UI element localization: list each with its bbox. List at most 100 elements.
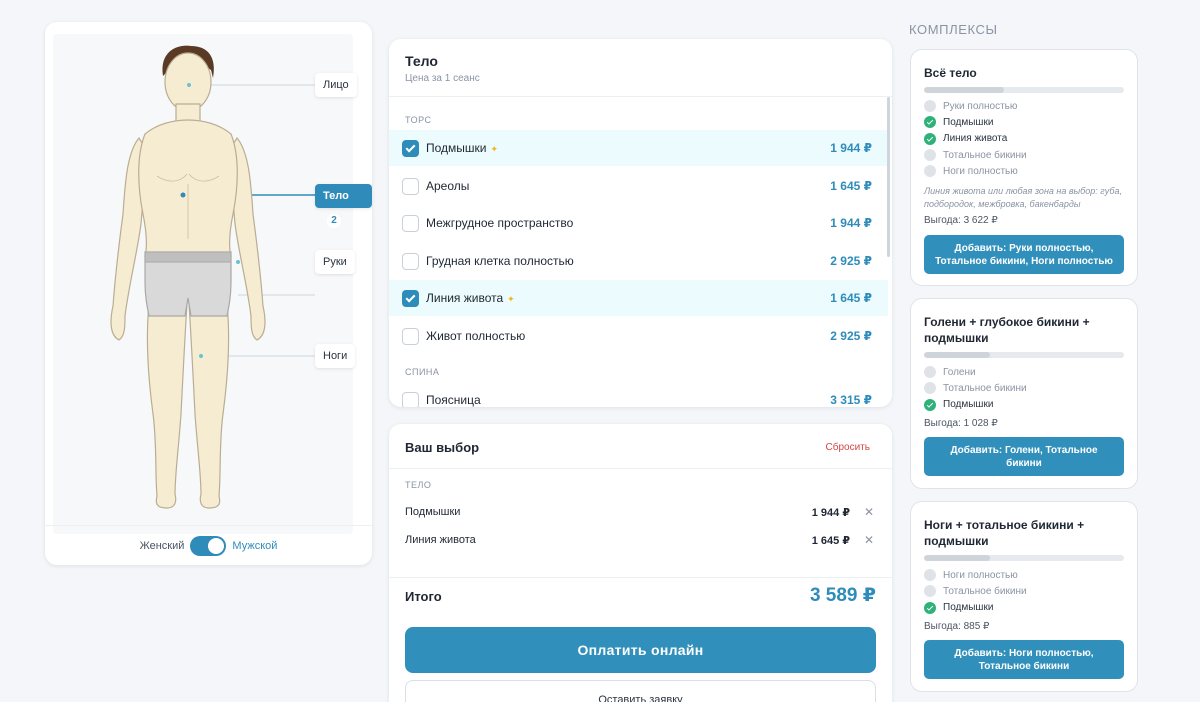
male-body-figure [110, 45, 315, 509]
gender-female-label[interactable]: Женский [140, 540, 185, 552]
service-price: 2 925 ₽ [830, 254, 872, 268]
checkbox[interactable] [402, 327, 419, 345]
package-progress-fill [924, 352, 990, 358]
star-icon: ✦ [507, 294, 515, 304]
scrollbar[interactable] [887, 97, 890, 257]
status-dot-icon [924, 569, 936, 582]
package-savings: Выгода: 1 028 ₽ [924, 418, 998, 429]
checkbox[interactable] [402, 289, 419, 307]
body-map-card: Лицо Тело 2 Руки Ноги Женский Мужской [45, 22, 372, 565]
add-package-button[interactable]: Добавить: Ноги полностью, Тотальное бики… [924, 640, 1124, 679]
status-dot-icon [924, 382, 936, 395]
package-zone: Тотальное бикини [924, 380, 1124, 396]
status-dot-icon [924, 165, 936, 178]
service-name: Поясница [426, 393, 481, 407]
package-card: Голени + глубокое бикини + подмышки Голе… [910, 298, 1138, 489]
service-price: 1 944 ₽ [830, 216, 872, 230]
remove-icon[interactable]: ✕ [862, 505, 876, 519]
package-zone: Тотальное бикини [924, 147, 1124, 163]
service-row[interactable]: Линия живота ✦ 1 645 ₽ [389, 280, 888, 316]
status-dot-icon [924, 366, 936, 379]
package-progress-bar [924, 555, 1124, 561]
package-note: Линия живота или любая зона на выбор: гу… [924, 186, 1122, 209]
package-title: Голени + глубокое бикини + подмышки [924, 315, 1090, 345]
checkbox[interactable] [402, 214, 419, 232]
package-title: Ноги + тотальное бикини + подмышки [924, 518, 1085, 548]
package-card: Всё тело Руки полностью Подмышки Линия ж… [910, 49, 1138, 286]
service-price: 3 315 ₽ [830, 393, 872, 407]
checkbox[interactable] [402, 252, 419, 270]
divider [389, 96, 892, 97]
service-price: 1 944 ₽ [830, 141, 872, 155]
zone-label-body[interactable]: Тело 2 [315, 184, 372, 228]
package-progress-fill [924, 555, 990, 561]
divider [389, 577, 892, 578]
package-progress-bar [924, 352, 1124, 358]
gender-toggle[interactable] [190, 535, 227, 556]
zone-label-face[interactable]: Лицо [315, 73, 357, 97]
status-dot-icon [924, 585, 936, 598]
leave-request-button[interactable]: Оставить заявку [405, 680, 876, 702]
check-circle-icon [924, 601, 936, 614]
service-row[interactable]: Подмышки ✦ 1 944 ₽ [389, 130, 888, 166]
package-savings: Выгода: 3 622 ₽ [924, 215, 998, 226]
pay-online-button[interactable]: Оплатить онлайн [405, 627, 876, 673]
remove-icon[interactable]: ✕ [862, 533, 876, 547]
service-name: Линия живота ✦ [426, 291, 515, 305]
selected-item: Линия живота 1 645 ₽ ✕ [405, 530, 876, 550]
service-name: Ареолы [426, 179, 470, 193]
package-zone: Руки полностью [924, 98, 1124, 114]
package-progress-fill [924, 87, 1004, 93]
zone-label-body-text: Тело [323, 190, 349, 202]
total-value: 3 589 ₽ [809, 585, 876, 606]
package-zone: Подмышки [924, 114, 1124, 130]
status-dot-icon [924, 149, 936, 162]
reset-button[interactable]: Сбросить [826, 442, 870, 453]
body-figure-area [53, 34, 353, 534]
package-zone: Ноги полностью [924, 163, 1124, 179]
add-package-button[interactable]: Добавить: Руки полностью, Тотальное бики… [924, 235, 1124, 274]
service-name: Живот полностью [426, 329, 526, 343]
total-label: Итого [405, 589, 442, 604]
zone-count-badge: 2 [327, 214, 341, 228]
add-package-button[interactable]: Добавить: Голени, Тотальное бикини [924, 437, 1124, 476]
checkbox[interactable] [402, 391, 419, 407]
checkbox[interactable] [402, 177, 419, 195]
check-circle-icon [924, 132, 936, 145]
service-row[interactable]: Грудная клетка полностью 2 925 ₽ [389, 243, 888, 279]
package-zone: Подмышки [924, 397, 1124, 413]
gender-switch-row: Женский Мужской [45, 525, 372, 565]
package-zone-list: Голени Тотальное бикини Подмышки [924, 364, 1124, 413]
package-zone: Линия живота [924, 131, 1124, 147]
divider [389, 468, 892, 469]
service-row[interactable]: Живот полностью 2 925 ₽ [389, 318, 888, 354]
zone-label-arms[interactable]: Руки [315, 250, 355, 274]
selected-item-name: Линия живота [405, 534, 476, 546]
services-title: Тело [405, 53, 438, 69]
service-price: 2 925 ₽ [830, 329, 872, 343]
services-subtitle: Цена за 1 сеанс [405, 73, 480, 84]
checkbox[interactable] [402, 139, 419, 157]
status-dot-icon [924, 100, 936, 113]
selected-item: Подмышки 1 944 ₽ ✕ [405, 502, 876, 522]
package-savings: Выгода: 885 ₽ [924, 621, 990, 632]
service-row[interactable]: Межгрудное пространство 1 944 ₽ [389, 205, 888, 241]
package-zone: Ноги полностью [924, 567, 1124, 583]
check-circle-icon [924, 398, 936, 411]
service-row[interactable]: Ареолы 1 645 ₽ [389, 168, 888, 204]
packages-heading: КОМПЛЕКСЫ [909, 22, 998, 37]
selected-item-name: Подмышки [405, 506, 461, 518]
section-heading-torso: Торс [405, 115, 432, 125]
services-card: Тело Цена за 1 сеанс Торс Подмышки ✦ 1 94… [389, 39, 892, 407]
service-row[interactable]: Поясница 3 315 ₽ [389, 382, 888, 407]
service-price: 1 645 ₽ [830, 179, 872, 193]
package-zone-list: Ноги полностью Тотальное бикини Подмышки [924, 567, 1124, 616]
selection-title: Ваш выбор [405, 440, 480, 455]
check-circle-icon [924, 116, 936, 129]
selection-card: Ваш выбор Сбросить Тело Подмышки 1 944 ₽… [389, 424, 892, 702]
gender-male-label[interactable]: Мужской [232, 540, 277, 552]
selected-item-price: 1 944 ₽ [811, 506, 850, 519]
service-price: 1 645 ₽ [830, 291, 872, 305]
zone-label-legs[interactable]: Ноги [315, 344, 356, 368]
section-heading-back: Спина [405, 367, 440, 377]
